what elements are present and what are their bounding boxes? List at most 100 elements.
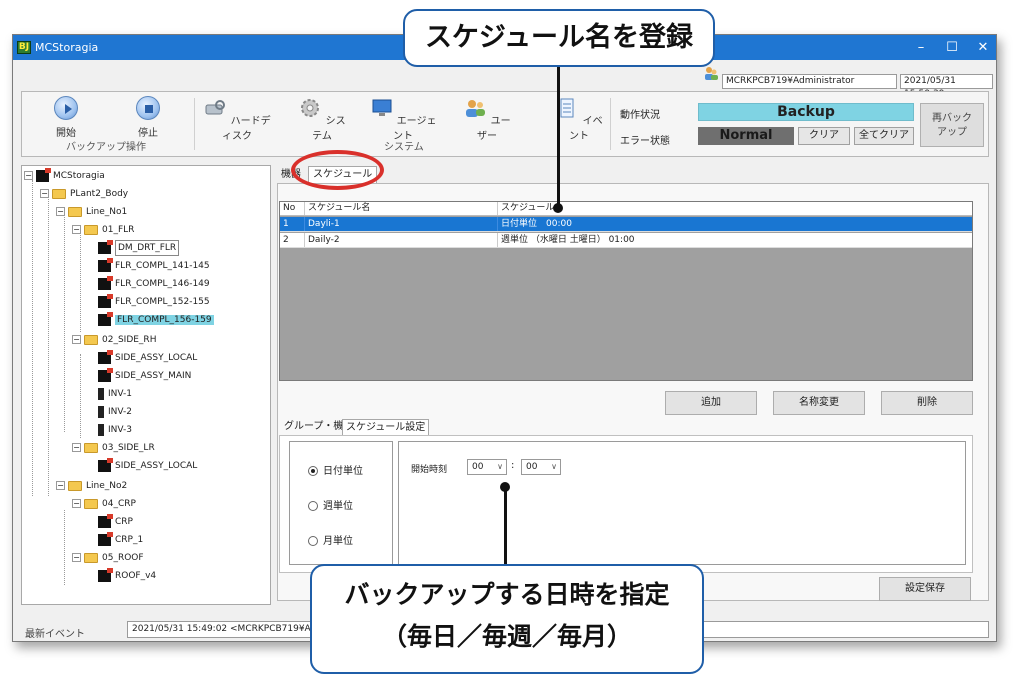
folder-icon bbox=[84, 224, 98, 235]
chevron-down-icon: ∨ bbox=[497, 462, 503, 471]
rename-button[interactable]: 名称変更 bbox=[773, 391, 865, 415]
folder-icon bbox=[84, 442, 98, 453]
highlight-ring bbox=[291, 150, 384, 190]
rebackup-button[interactable]: 再バック アップ bbox=[920, 103, 984, 147]
collapse-icon[interactable]: − bbox=[72, 499, 81, 508]
device-tree: − MCStoragia − PLant2_Body − Line_No1 −01_F… bbox=[21, 165, 271, 605]
tree-node-side-lr[interactable]: −03_SIDE_LR bbox=[72, 440, 155, 456]
tree-node-device[interactable]: FLR_COMPL_146-149 bbox=[98, 275, 210, 292]
toolbar-divider bbox=[610, 98, 611, 150]
tree-node-line2[interactable]: − Line_No2 bbox=[56, 478, 127, 494]
collapse-icon[interactable]: − bbox=[56, 207, 65, 216]
tree-node-device[interactable]: SIDE_ASSY_LOCAL bbox=[98, 349, 197, 366]
inverter-icon bbox=[98, 423, 104, 436]
radio-icon bbox=[308, 501, 318, 511]
tree-node-device[interactable]: ROOF_v4 bbox=[98, 567, 156, 584]
app-icon: BJ bbox=[17, 41, 31, 54]
collapse-icon[interactable]: − bbox=[56, 481, 65, 490]
maximize-button[interactable]: ☐ bbox=[937, 35, 967, 60]
tree-node-inverter[interactable]: INV-2 bbox=[98, 404, 132, 420]
user-button[interactable]: ユーザー bbox=[462, 96, 512, 142]
chevron-down-icon: ∨ bbox=[551, 462, 557, 471]
collapse-icon[interactable]: − bbox=[72, 225, 81, 234]
minimize-button[interactable]: – bbox=[906, 35, 936, 60]
delete-button[interactable]: 削除 bbox=[881, 391, 973, 415]
clear-button[interactable]: クリア bbox=[798, 127, 850, 145]
collapse-icon[interactable]: − bbox=[72, 443, 81, 452]
start-time-group: 開始時刻 00 ∨ : 00 ∨ bbox=[398, 441, 966, 565]
table-row[interactable]: 2 Daily-2 週単位 （水曜日 土曜日） 01:00 bbox=[280, 233, 972, 248]
tree-node-device[interactable]: CRP bbox=[98, 513, 133, 530]
collapse-icon[interactable]: − bbox=[72, 335, 81, 344]
save-settings-button[interactable]: 設定保存 bbox=[879, 577, 971, 601]
rebackup-label-line1: 再バック bbox=[932, 113, 972, 124]
minute-select[interactable]: 00 ∨ bbox=[521, 459, 561, 475]
device-icon bbox=[98, 311, 113, 326]
add-button[interactable]: 追加 bbox=[665, 391, 757, 415]
radio-selected-icon bbox=[308, 466, 318, 476]
col-schedule[interactable]: スケジュール bbox=[498, 202, 974, 215]
gear-icon bbox=[301, 99, 320, 117]
device-icon bbox=[98, 293, 113, 308]
tree-node-roof-group[interactable]: −05_ROOF bbox=[72, 550, 144, 566]
operation-status-label: 動作状況 bbox=[620, 110, 660, 121]
collapse-icon[interactable]: − bbox=[72, 553, 81, 562]
tree-node-side-rh[interactable]: −02_SIDE_RH bbox=[72, 332, 156, 348]
tree-node-inverter[interactable]: INV-1 bbox=[98, 386, 132, 402]
tree-node-device-selected[interactable]: FLR_COMPL_156-159 bbox=[98, 311, 214, 328]
collapse-icon[interactable]: − bbox=[24, 171, 33, 180]
tree-node-plant[interactable]: − PLant2_Body bbox=[40, 186, 128, 202]
tree-node-device[interactable]: CRP_1 bbox=[98, 531, 143, 548]
close-button[interactable]: ✕ bbox=[968, 35, 996, 60]
stop-icon bbox=[136, 96, 160, 120]
error-status-value: Normal bbox=[698, 127, 794, 145]
device-icon bbox=[98, 257, 113, 272]
hard-disk-label: ハードディスク bbox=[222, 116, 271, 142]
user-icon bbox=[705, 67, 718, 80]
toolbar: 開始 停止 バックアップ操作 ハードディスク システム エージェント システム … bbox=[21, 91, 989, 157]
folder-icon bbox=[52, 188, 66, 199]
hard-disk-button[interactable]: ハードディスク bbox=[202, 96, 272, 142]
callout-register-schedule: スケジュール名を登録 bbox=[403, 9, 715, 67]
tab-schedule-setting[interactable]: スケジュール設定 bbox=[342, 419, 430, 436]
hard-disk-icon bbox=[205, 100, 226, 115]
app-node-icon bbox=[36, 167, 51, 182]
folder-icon bbox=[84, 498, 98, 509]
collapse-icon[interactable]: − bbox=[40, 189, 49, 198]
stop-button[interactable]: 停止 bbox=[128, 96, 168, 139]
schedule-table: No スケジュール名 スケジュール 1 Dayli-1 日付単位 00:00 2… bbox=[279, 201, 973, 381]
tree-node-crp-group[interactable]: −04_CRP bbox=[72, 496, 136, 512]
tree-node-device[interactable]: DM_DRT_FLR bbox=[98, 239, 180, 256]
system-group-label: システム bbox=[384, 142, 424, 153]
tree-node-device[interactable]: SIDE_ASSY_LOCAL bbox=[98, 457, 197, 474]
tree-node-root[interactable]: − MCStoragia bbox=[24, 167, 105, 184]
tree-node-flr[interactable]: −01_FLR bbox=[72, 222, 134, 238]
tree-node-device[interactable]: FLR_COMPL_141-145 bbox=[98, 257, 210, 274]
system-button[interactable]: システム bbox=[297, 96, 347, 142]
operation-status-value: Backup bbox=[698, 103, 914, 121]
tree-node-device[interactable]: SIDE_ASSY_MAIN bbox=[98, 367, 191, 384]
device-icon bbox=[98, 513, 113, 528]
callout-leader-top bbox=[557, 67, 560, 207]
current-user-field: MCRKPCB719¥Administrator bbox=[722, 74, 897, 89]
folder-icon bbox=[84, 552, 98, 563]
tree-node-line1[interactable]: − Line_No1 bbox=[56, 204, 127, 220]
start-time-label: 開始時刻 bbox=[411, 465, 448, 475]
device-icon bbox=[98, 349, 113, 364]
tree-node-inverter[interactable]: INV-3 bbox=[98, 422, 132, 438]
agent-button[interactable]: エージェント bbox=[368, 96, 438, 142]
radio-weekly[interactable]: 週単位 bbox=[308, 497, 353, 512]
inverter-icon bbox=[98, 387, 104, 400]
radio-daily[interactable]: 日付単位 bbox=[308, 462, 363, 477]
event-button[interactable]: イベント bbox=[554, 96, 604, 142]
tree-node-device[interactable]: FLR_COMPL_152-155 bbox=[98, 293, 210, 310]
col-name[interactable]: スケジュール名 bbox=[305, 202, 498, 215]
table-row-selected[interactable]: 1 Dayli-1 日付単位 00:00 bbox=[280, 217, 972, 232]
col-no[interactable]: No bbox=[280, 202, 305, 215]
hour-select[interactable]: 00 ∨ bbox=[467, 459, 507, 475]
radio-monthly[interactable]: 月単位 bbox=[308, 532, 353, 547]
folder-icon bbox=[68, 480, 82, 491]
clear-all-button[interactable]: 全てクリア bbox=[854, 127, 914, 145]
start-button[interactable]: 開始 bbox=[46, 96, 86, 139]
time-separator: : bbox=[511, 460, 515, 471]
